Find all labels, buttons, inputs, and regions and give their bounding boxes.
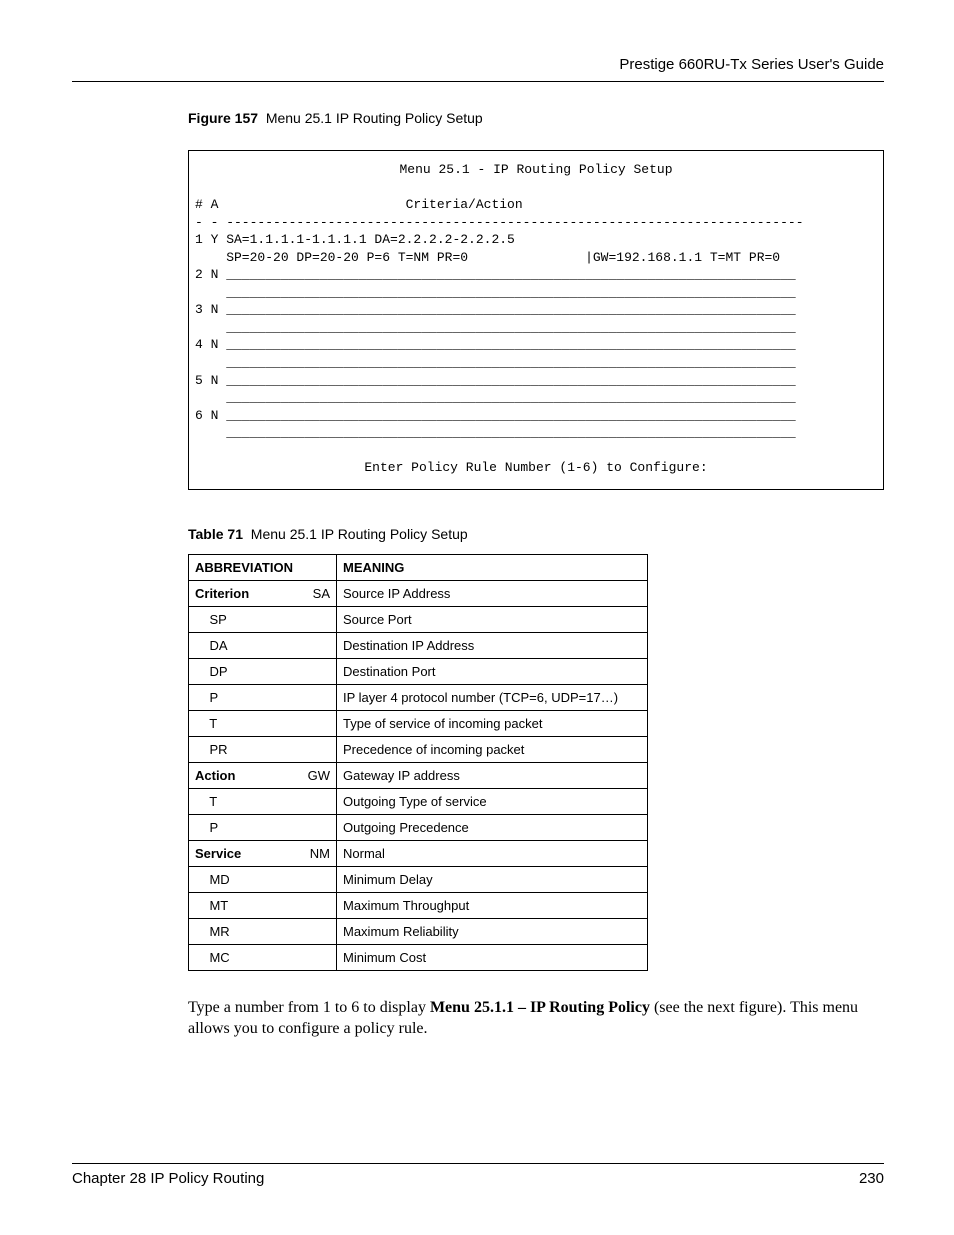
cell-meaning: Outgoing Precedence xyxy=(337,814,648,840)
cell-meaning: Normal xyxy=(337,840,648,866)
th-meaning: MEANING xyxy=(337,554,648,580)
cell-abbreviation: ServiceNM xyxy=(189,840,337,866)
cell-meaning: Minimum Cost xyxy=(337,944,648,970)
cell-abbreviation: MD xyxy=(189,866,337,892)
paragraph-bold: Menu 25.1.1 – IP Routing Policy xyxy=(430,999,650,1016)
table-label: Table 71 xyxy=(188,526,243,542)
th-abbreviation: ABBREVIATION xyxy=(189,554,337,580)
menu-row-4: 4 N ____________________________________… xyxy=(195,337,796,352)
table-row: MTMaximum Throughput xyxy=(189,892,648,918)
figure-title: Menu 25.1 IP Routing Policy Setup xyxy=(266,110,483,126)
table-row: MDMinimum Delay xyxy=(189,866,648,892)
table-row: ServiceNMNormal xyxy=(189,840,648,866)
table-row: CriterionSASource IP Address xyxy=(189,580,648,606)
cell-abbreviation: PR xyxy=(189,736,337,762)
menu-row-pad: ________________________________________… xyxy=(195,285,796,300)
table-row: MRMaximum Reliability xyxy=(189,918,648,944)
table-row: POutgoing Precedence xyxy=(189,814,648,840)
cell-abbreviation: MC xyxy=(189,944,337,970)
header-guide-title: Prestige 660RU-Tx Series User's Guide xyxy=(72,56,884,73)
cell-abbreviation: MT xyxy=(189,892,337,918)
cell-abbreviation: SP xyxy=(189,606,337,632)
menu-row-pad: ________________________________________… xyxy=(195,320,796,335)
abbreviation-table: ABBREVIATION MEANING CriterionSASource I… xyxy=(188,554,648,971)
menu-row-pad: ________________________________________… xyxy=(195,390,796,405)
figure-label: Figure 157 xyxy=(188,110,258,126)
menu-row-3: 3 N ____________________________________… xyxy=(195,302,796,317)
paragraph-pre: Type a number from 1 to 6 to display xyxy=(188,999,430,1016)
table-row: ActionGWGateway IP address xyxy=(189,762,648,788)
figure-caption: Figure 157 Menu 25.1 IP Routing Policy S… xyxy=(188,110,884,126)
cell-meaning: Source Port xyxy=(337,606,648,632)
table-row: DADestination IP Address xyxy=(189,632,648,658)
cell-abbreviation: MR xyxy=(189,918,337,944)
menu-divider: - - ------------------------------------… xyxy=(195,215,804,230)
cell-meaning: Source IP Address xyxy=(337,580,648,606)
cell-meaning: IP layer 4 protocol number (TCP=6, UDP=1… xyxy=(337,684,648,710)
table-row: MCMinimum Cost xyxy=(189,944,648,970)
footer: Chapter 28 IP Policy Routing 230 xyxy=(72,1163,884,1187)
cell-meaning: Gateway IP address xyxy=(337,762,648,788)
cell-abbreviation: T xyxy=(189,788,337,814)
table-row: TType of service of incoming packet xyxy=(189,710,648,736)
cell-meaning: Type of service of incoming packet xyxy=(337,710,648,736)
menu-row-6: 6 N ____________________________________… xyxy=(195,408,796,423)
cell-abbreviation: P xyxy=(189,814,337,840)
menu-row-pad: ________________________________________… xyxy=(195,355,796,370)
page: Prestige 660RU-Tx Series User's Guide Fi… xyxy=(0,0,954,1235)
terminal-menu-box: Menu 25.1 - IP Routing Policy Setup # A … xyxy=(188,150,884,490)
cell-meaning: Minimum Delay xyxy=(337,866,648,892)
cell-meaning: Precedence of incoming packet xyxy=(337,736,648,762)
menu-row-5: 5 N ____________________________________… xyxy=(195,373,796,388)
table-header-row: ABBREVIATION MEANING xyxy=(189,554,648,580)
table-row: TOutgoing Type of service xyxy=(189,788,648,814)
cell-meaning: Maximum Throughput xyxy=(337,892,648,918)
footer-page-number: 230 xyxy=(859,1170,884,1187)
table-caption: Table 71 Menu 25.1 IP Routing Policy Set… xyxy=(188,526,884,542)
table-row: SPSource Port xyxy=(189,606,648,632)
footer-chapter: Chapter 28 IP Policy Routing xyxy=(72,1170,264,1187)
cell-meaning: Destination IP Address xyxy=(337,632,648,658)
cell-abbreviation: DA xyxy=(189,632,337,658)
cell-abbreviation: CriterionSA xyxy=(189,580,337,606)
cell-meaning: Maximum Reliability xyxy=(337,918,648,944)
header-rule xyxy=(72,81,884,82)
cell-abbreviation: T xyxy=(189,710,337,736)
table-row: PRPrecedence of incoming packet xyxy=(189,736,648,762)
table-title: Menu 25.1 IP Routing Policy Setup xyxy=(251,526,468,542)
cell-meaning: Outgoing Type of service xyxy=(337,788,648,814)
menu-row-1a: 1 Y SA=1.1.1.1-1.1.1.1 DA=2.2.2.2-2.2.2.… xyxy=(195,232,515,247)
menu-prompt: Enter Policy Rule Number (1-6) to Config… xyxy=(195,459,877,477)
menu-row-pad: ________________________________________… xyxy=(195,425,796,440)
menu-title: Menu 25.1 - IP Routing Policy Setup xyxy=(195,161,877,179)
footer-rule xyxy=(72,1163,884,1164)
cell-abbreviation: P xyxy=(189,684,337,710)
menu-col-header: # A Criteria/Action xyxy=(195,197,523,212)
cell-abbreviation: DP xyxy=(189,658,337,684)
content-area: Figure 157 Menu 25.1 IP Routing Policy S… xyxy=(188,110,884,1040)
menu-row-2: 2 N ____________________________________… xyxy=(195,267,796,282)
table-row: DPDestination Port xyxy=(189,658,648,684)
cell-meaning: Destination Port xyxy=(337,658,648,684)
menu-row-1b: SP=20-20 DP=20-20 P=6 T=NM PR=0 |GW=192.… xyxy=(195,250,780,265)
table-row: PIP layer 4 protocol number (TCP=6, UDP=… xyxy=(189,684,648,710)
body-paragraph: Type a number from 1 to 6 to display Men… xyxy=(188,997,884,1040)
cell-abbreviation: ActionGW xyxy=(189,762,337,788)
